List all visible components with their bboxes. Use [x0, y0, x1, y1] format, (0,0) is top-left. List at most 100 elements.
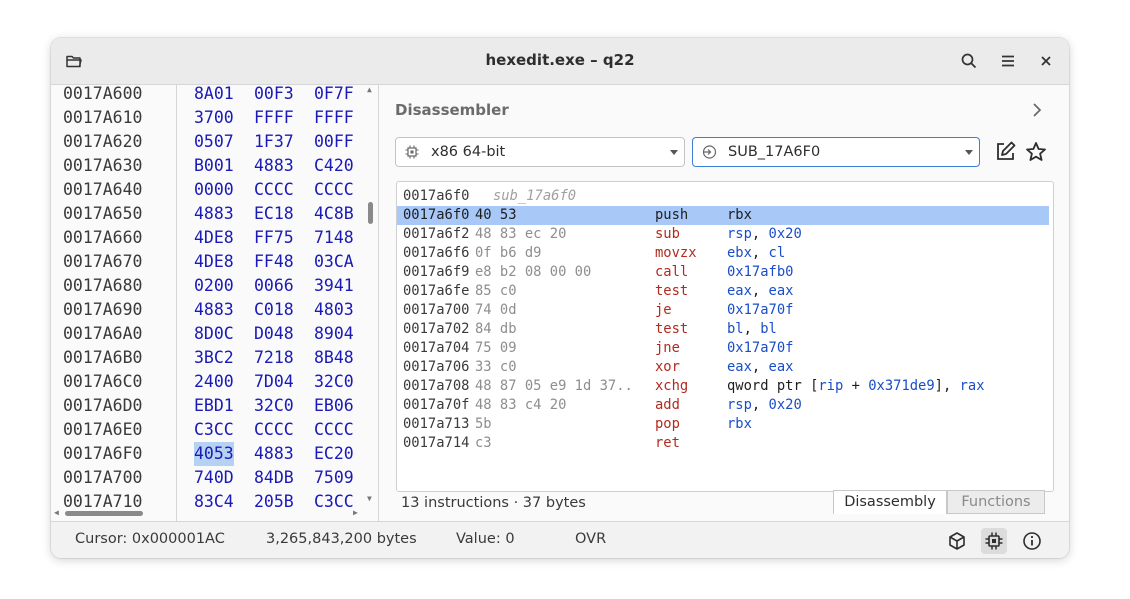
hex-cell[interactable]: EC18	[254, 202, 294, 226]
hex-cell[interactable]: 0000	[194, 178, 234, 202]
hex-cell[interactable]: 4883	[194, 202, 234, 226]
hex-cell[interactable]: CCCC	[314, 178, 354, 202]
instruction-row[interactable]: 0017a708 48 87 05 e9 1d 37.. xchg qword ptr…	[397, 377, 1049, 396]
hex-cell[interactable]: 4C8B	[314, 202, 354, 226]
hex-cell[interactable]: 00F3	[254, 85, 294, 106]
hex-cell[interactable]: 7148	[314, 226, 354, 250]
instruction-row[interactable]: 0017a700 74 0d je 0x17a70f	[397, 301, 1049, 320]
instruction-mnemonic: call	[655, 264, 689, 280]
hex-view[interactable]: 0017A600 8A01 00F3 0F7F 0017A610 3700 FFFF FFFF…	[51, 85, 379, 521]
hex-cell[interactable]: 0066	[254, 274, 294, 298]
hex-scroll-thumb[interactable]	[368, 202, 373, 224]
info-icon[interactable]	[1019, 528, 1045, 554]
hex-cell[interactable]: 00FF	[314, 130, 354, 154]
hex-cell[interactable]: 7D04	[254, 370, 294, 394]
hex-horizontal-scrollbar[interactable]: ◀ ▶	[51, 507, 366, 519]
hex-cell[interactable]: 84DB	[254, 466, 294, 490]
edit-mode[interactable]: OVR	[575, 531, 606, 547]
hex-vertical-scrollbar[interactable]: ▲ ▼	[366, 85, 376, 507]
instruction-row[interactable]: 0017a713 5b pop rbx	[397, 415, 1049, 434]
hex-cell[interactable]: 4DE8	[194, 250, 234, 274]
hex-cell[interactable]: EB06	[314, 394, 354, 418]
disassembler-panel: Disassembler x86 64-bit SUB_17A6F0 0017a…	[379, 85, 1069, 521]
hex-cell[interactable]: D048	[254, 322, 294, 346]
instruction-operands: 0x17afb0	[727, 263, 793, 282]
instruction-row[interactable]: 0017a6f6 0f b6 d9 movzx ebx, cl	[397, 244, 1049, 263]
instruction-row[interactable]: 0017a70f 48 83 c4 20 add rsp, 0x20	[397, 396, 1049, 415]
hex-cell[interactable]: 0200	[194, 274, 234, 298]
hex-cell[interactable]: FFFF	[314, 106, 354, 130]
architecture-dropdown[interactable]: x86 64-bit	[395, 137, 685, 167]
hex-cell[interactable]: 8904	[314, 322, 354, 346]
hex-cell[interactable]: B001	[194, 154, 234, 178]
hex-cell[interactable]: 8A01	[194, 85, 234, 106]
hex-cell[interactable]: 32C0	[314, 370, 354, 394]
instruction-row[interactable]: 0017a714 c3 ret	[397, 434, 1049, 453]
operand-text: ,	[751, 245, 769, 261]
instruction-mnemonic: ret	[655, 435, 680, 451]
hex-cell[interactable]: 0507	[194, 130, 234, 154]
hex-cell[interactable]: C3CC	[194, 418, 234, 442]
hex-row-address: 0017A6A0	[63, 324, 143, 343]
hex-cell[interactable]: FF48	[254, 250, 294, 274]
hex-cell[interactable]: EC20	[314, 442, 354, 466]
scroll-right-arrow-icon[interactable]: ▶	[353, 508, 358, 517]
hex-cell[interactable]: 3BC2	[194, 346, 234, 370]
scroll-up-arrow-icon[interactable]: ▲	[367, 85, 372, 94]
instruction-mnemonic: pop	[655, 416, 680, 432]
search-icon[interactable]	[958, 50, 980, 72]
hex-cell[interactable]: 740D	[194, 466, 234, 490]
hex-hscroll-thumb[interactable]	[65, 511, 143, 516]
hex-cell[interactable]: CCCC	[254, 178, 294, 202]
hex-cell[interactable]: CCCC	[314, 418, 354, 442]
instruction-row[interactable]: 0017a704 75 09 jne 0x17a70f	[397, 339, 1049, 358]
hex-cell[interactable]: 4883	[194, 298, 234, 322]
operand-register: ebx	[727, 245, 752, 261]
hex-cell[interactable]: 03CA	[314, 250, 354, 274]
instruction-row[interactable]: 0017a702 84 db test bl, bl	[397, 320, 1049, 339]
hex-cell[interactable]: 8B48	[314, 346, 354, 370]
instruction-row-selected[interactable]: 0017a6f0 40 53 push rbx	[397, 206, 1049, 225]
close-icon[interactable]	[1035, 50, 1057, 72]
scroll-down-arrow-icon[interactable]: ▼	[367, 494, 372, 503]
star-icon[interactable]	[1024, 140, 1048, 164]
hex-cell[interactable]: FFFF	[254, 106, 294, 130]
hex-cell[interactable]: 0F7F	[314, 85, 354, 106]
hex-cell[interactable]: 2400	[194, 370, 234, 394]
menu-icon[interactable]	[997, 50, 1019, 72]
instruction-row[interactable]: 0017a6f2 48 83 ec 20 sub rsp, 0x20	[397, 225, 1049, 244]
chevron-right-icon[interactable]	[1027, 99, 1047, 121]
instruction-row[interactable]: 0017a706 33 c0 xor eax, eax	[397, 358, 1049, 377]
tab-functions[interactable]: Functions	[947, 490, 1045, 514]
hex-cell[interactable]: 7509	[314, 466, 354, 490]
hex-cell[interactable]: EBD1	[194, 394, 234, 418]
edit-icon[interactable]	[993, 140, 1017, 164]
hex-cell[interactable]: 4883	[254, 154, 294, 178]
hex-cell[interactable]: C018	[254, 298, 294, 322]
hex-cell[interactable]: 4883	[254, 442, 294, 466]
instruction-row[interactable]: 0017a6f9 e8 b2 08 00 00 call 0x17afb0	[397, 263, 1049, 282]
instruction-address: 0017a713	[403, 416, 470, 432]
hex-cell[interactable]: FF75	[254, 226, 294, 250]
hex-cell[interactable]: 7218	[254, 346, 294, 370]
tab-disassembly[interactable]: Disassembly	[833, 490, 947, 514]
chip-icon[interactable]	[981, 528, 1007, 554]
instruction-row[interactable]: 0017a6fe 85 c0 test eax, eax	[397, 282, 1049, 301]
hex-cell-selected[interactable]: 4053	[194, 442, 234, 466]
instruction-bytes: 48 83 c4 20	[475, 397, 567, 413]
hex-cell[interactable]: 32C0	[254, 394, 294, 418]
hex-cell[interactable]: CCCC	[254, 418, 294, 442]
instruction-operands: 0x17a70f	[727, 301, 793, 320]
hex-cell[interactable]: 3941	[314, 274, 354, 298]
hex-cell[interactable]: 3700	[194, 106, 234, 130]
hex-cell[interactable]: 8D0C	[194, 322, 234, 346]
hex-cell[interactable]: 4803	[314, 298, 354, 322]
disassembly-listing[interactable]: 0017a6f0 sub_17a6f0 0017a6f0 40 53 push rbx…	[396, 181, 1054, 492]
hex-cell[interactable]: 4DE8	[194, 226, 234, 250]
hex-cell[interactable]: C420	[314, 154, 354, 178]
function-dropdown[interactable]: SUB_17A6F0	[692, 137, 980, 167]
instruction-mnemonic: add	[655, 397, 680, 413]
cube-icon[interactable]	[944, 528, 970, 554]
scroll-left-arrow-icon[interactable]: ◀	[54, 508, 59, 517]
hex-cell[interactable]: 1F37	[254, 130, 294, 154]
